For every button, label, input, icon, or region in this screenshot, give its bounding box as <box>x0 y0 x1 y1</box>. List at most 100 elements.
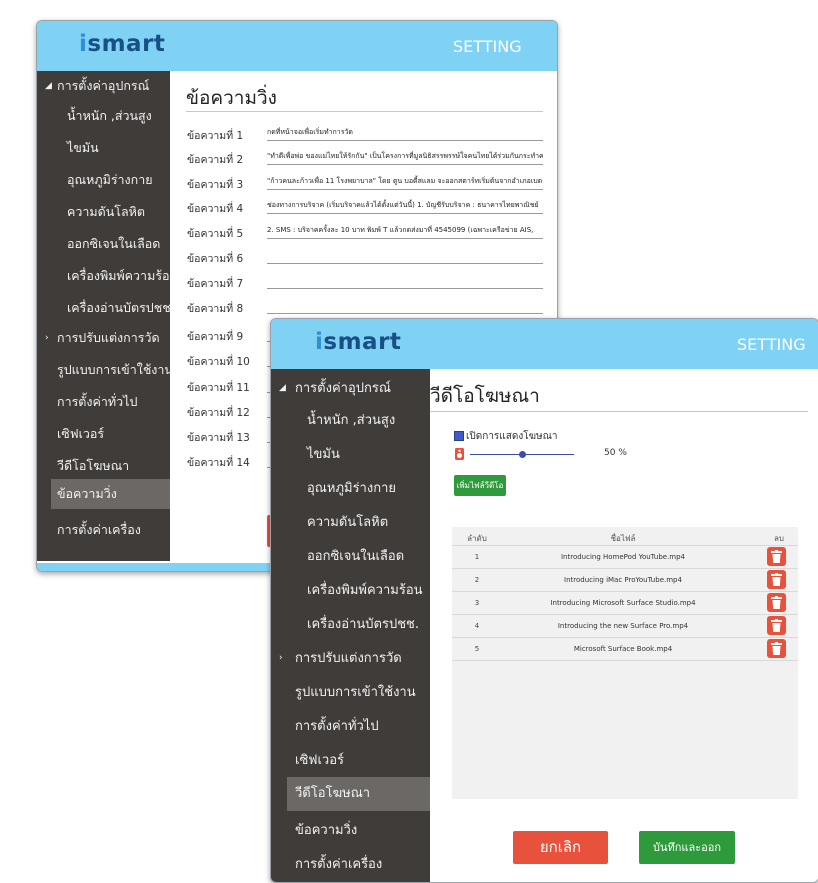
volume-slider-handle[interactable] <box>518 451 526 458</box>
message-input[interactable]: 2. SMS : บริจาคครั้งละ 10 บาท พิมพ์ T แล… <box>267 223 543 239</box>
delete-button[interactable] <box>767 570 786 589</box>
header-bar: ismart SETTING <box>37 21 557 71</box>
add-video-button[interactable]: เพิ่มไฟล์วีดีโอ <box>454 475 506 496</box>
trash-icon <box>771 642 782 655</box>
sidebar-item-marquee[interactable]: ข้อความวิ่ง <box>51 479 170 509</box>
message-input[interactable]: "ก้าวคนละก้าวเพื่อ 11 โรงพยาบาล" โดย ตูน… <box>267 174 543 190</box>
cancel-button[interactable]: ยกเลิก <box>513 831 608 864</box>
sidebar-item-machine-settings[interactable]: การตั้งค่าเครื่อง <box>37 519 170 541</box>
sidebar-item-blood-pressure[interactable]: ความดันโลหิต <box>271 511 430 535</box>
sidebar-item-thermal-printer[interactable]: เครื่องพิมพ์ความร้อน <box>271 579 430 603</box>
row-number: 2 <box>474 576 480 584</box>
title-divider <box>186 111 543 112</box>
header-setting-label: SETTING <box>453 37 522 56</box>
sidebar-item-blood-oxygen[interactable]: ออกซิเจนในเลือด <box>271 545 430 569</box>
message-input[interactable] <box>267 298 543 314</box>
message-row: ข้อความที่ 5 2. SMS : บริจาคครั้งละ 10 บา… <box>187 222 543 244</box>
message-label: ข้อความที่ 4 <box>187 203 244 215</box>
app-logo: ismart <box>79 31 166 57</box>
row-number: 4 <box>474 622 480 630</box>
row-number: 3 <box>474 599 480 607</box>
sidebar-item-measure-tuning[interactable]: การปรับแต่งการวัด <box>271 647 430 671</box>
sidebar-item-device-settings[interactable]: การตั้งค่าอุปกรณ์ <box>37 75 170 97</box>
message-row: ข้อความที่ 2 "ทำดีเพื่อพ่อ ของแม่ไทยให้รั… <box>187 148 543 170</box>
sidebar-item-video-ads[interactable]: วีดีโอโฆษณา <box>287 777 430 811</box>
message-label: ข้อความที่ 3 <box>187 179 244 191</box>
sidebar-item-weight-height[interactable]: น้ำหนัก ,ส่วนสูง <box>37 105 170 127</box>
sidebar-item-fat[interactable]: ไขมัน <box>271 443 430 467</box>
sidebar: ◢ การตั้งค่าอุปกรณ์ น้ำหนัก ,ส่วนสูง ไขม… <box>271 369 430 882</box>
table-row: 2 Introducing iMac ProYouTube.mp4 <box>452 569 798 592</box>
trash-icon <box>771 550 782 563</box>
sidebar-item-id-card-reader[interactable]: เครื่องอ่านบัตรปชช. <box>271 613 430 637</box>
speaker-icon <box>455 448 464 460</box>
sidebar-item-server[interactable]: เซิฟเวอร์ <box>37 423 170 445</box>
message-input[interactable]: "ทำดีเพื่อพ่อ ของแม่ไทยให้รักกัน" เป็นโค… <box>267 149 543 165</box>
sidebar-item-video-ads[interactable]: วีดีโอโฆษณา <box>37 455 170 477</box>
delete-button[interactable] <box>767 639 786 658</box>
sidebar-item-measure-tuning[interactable]: การปรับแต่งการวัด <box>37 327 170 349</box>
show-ads-label: เปิดการแสดงโฆษณา <box>466 431 558 442</box>
sidebar: ◢ การตั้งค่าอุปกรณ์ น้ำหนัก ,ส่วนสูง ไขม… <box>37 71 178 561</box>
sidebar-item-body-temp[interactable]: อุณหภูมิร่างกาย <box>271 477 430 501</box>
message-label: ข้อความที่ 13 <box>187 432 250 444</box>
column-header-filename: ชื่อไฟล์ <box>610 534 636 543</box>
message-label: ข้อความที่ 5 <box>187 228 244 240</box>
message-row: ข้อความที่ 7 <box>187 272 543 294</box>
header-setting-label: SETTING <box>737 335 806 354</box>
sidebar-item-general[interactable]: การตั้งค่าทั่วไป <box>37 391 170 413</box>
table-row: 5 Microsoft Surface Book.mp4 <box>452 638 798 661</box>
message-input[interactable] <box>267 248 543 264</box>
message-input[interactable]: กดที่หน้าจอเพื่อเริ่มทำการวัด <box>267 125 543 141</box>
message-row: ข้อความที่ 1 กดที่หน้าจอเพื่อเริ่มทำการวั… <box>187 124 543 146</box>
delete-button[interactable] <box>767 593 786 612</box>
message-label: ข้อความที่ 1 <box>187 130 244 142</box>
row-number: 5 <box>474 645 480 653</box>
message-label: ข้อความที่ 7 <box>187 278 244 290</box>
row-filename: Introducing HomePod YouTube.mp4 <box>560 553 686 561</box>
message-label: ข้อความที่ 8 <box>187 303 244 315</box>
page-title: วีดีโอโฆษณา <box>430 385 540 407</box>
sidebar-item-blood-oxygen[interactable]: ออกซิเจนในเลือด <box>37 233 170 255</box>
message-label: ข้อความที่ 2 <box>187 154 244 166</box>
message-label: ข้อความที่ 10 <box>187 356 250 368</box>
sidebar-item-server[interactable]: เซิฟเวอร์ <box>271 749 430 773</box>
sidebar-item-weight-height[interactable]: น้ำหนัก ,ส่วนสูง <box>271 409 430 433</box>
message-input[interactable]: ช่องทางการบริจาค (เริ่มบริจาคแล้วได้ตั้ง… <box>267 198 543 214</box>
page-title: ข้อความวิ่ง <box>186 87 277 109</box>
sidebar-item-fat[interactable]: ไขมัน <box>37 137 170 159</box>
table-header: ลำดับ ชื่อไฟล์ ลบ <box>452 527 798 546</box>
message-label: ข้อความที่ 14 <box>187 457 250 469</box>
message-label: ข้อความที่ 12 <box>187 407 250 419</box>
delete-button[interactable] <box>767 616 786 635</box>
table-row: 4 Introducing the new Surface Pro.mp4 <box>452 615 798 638</box>
content-area: วีดีโอโฆษณา เปิดการแสดงโฆษณา 50 % เพิ่มไ… <box>430 369 818 882</box>
trash-icon <box>771 573 782 586</box>
volume-control: 50 % <box>454 447 664 463</box>
trash-icon <box>771 596 782 609</box>
header-bar: ismart SETTING <box>271 319 818 369</box>
sidebar-item-id-card-reader[interactable]: เครื่องอ่านบัตรปชช. <box>37 297 175 319</box>
checkbox-checked-icon[interactable] <box>454 431 464 441</box>
front-settings-window: ismart SETTING ◢ การตั้งค่าอุปกรณ์ น้ำหน… <box>270 318 818 883</box>
sidebar-item-machine-settings[interactable]: การตั้งค่าเครื่อง <box>271 853 430 877</box>
save-and-exit-button[interactable]: บันทึกและออก <box>639 831 735 864</box>
delete-button[interactable] <box>767 547 786 566</box>
sidebar-item-marquee[interactable]: ข้อความวิ่ง <box>271 819 430 843</box>
sidebar-item-thermal-printer[interactable]: เครื่องพิมพ์ความร้อน <box>37 265 178 287</box>
row-filename: Introducing the new Surface Pro.mp4 <box>557 622 689 630</box>
sidebar-item-access-mode[interactable]: รูปแบบการเข้าใช้งาน <box>271 681 430 705</box>
sidebar-item-access-mode[interactable]: รูปแบบการเข้าใช้งาน <box>37 359 173 381</box>
message-input[interactable] <box>267 273 543 289</box>
sidebar-item-body-temp[interactable]: อุณหภูมิร่างกาย <box>37 169 170 191</box>
row-number: 1 <box>474 553 480 561</box>
title-divider <box>430 411 808 412</box>
trash-icon <box>771 619 782 632</box>
sidebar-item-general[interactable]: การตั้งค่าทั่วไป <box>271 715 430 739</box>
message-row: ข้อความที่ 6 <box>187 247 543 269</box>
app-logo: ismart <box>315 329 402 355</box>
sidebar-item-device-settings[interactable]: การตั้งค่าอุปกรณ์ <box>271 377 430 401</box>
sidebar-item-blood-pressure[interactable]: ความดันโลหิต <box>37 201 170 223</box>
table-row: 3 Introducing Microsoft Surface Studio.m… <box>452 592 798 615</box>
message-row: ข้อความที่ 4 ช่องทางการบริจาค (เริ่มบริจา… <box>187 197 543 219</box>
